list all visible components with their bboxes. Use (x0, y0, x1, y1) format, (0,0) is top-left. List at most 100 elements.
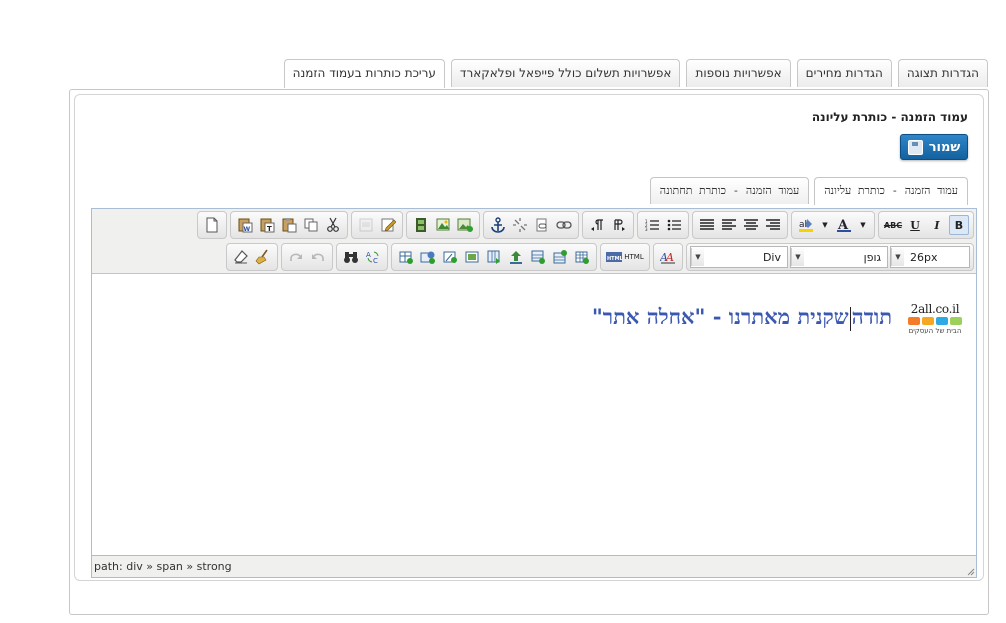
table-merge-button[interactable] (462, 247, 482, 267)
insert-media-button[interactable] (411, 215, 431, 235)
bullet-list-button[interactable] (664, 215, 684, 235)
heading-text-start: תודה (851, 304, 892, 329)
undo-icon (312, 253, 324, 261)
font-family-select[interactable]: גופן ▼ (790, 246, 888, 268)
anchor-button[interactable] (488, 215, 508, 235)
table-cell-button[interactable] (396, 247, 416, 267)
heading-tabs: עמוד הזמנה - כותרת עליונה עמוד הזמנה - כ… (645, 177, 968, 205)
logo-block (922, 317, 934, 325)
table-props-button[interactable] (418, 247, 438, 267)
ltr-button[interactable] (609, 215, 629, 235)
styles-button[interactable]: AA (658, 247, 678, 267)
replace-icon: AC (366, 251, 379, 265)
align-right-icon (766, 219, 780, 230)
tab-display-settings[interactable]: הגדרות תצוגה (897, 59, 988, 87)
table-upload-button[interactable] (506, 247, 526, 267)
font-color-dropdown[interactable]: ▼ (856, 215, 870, 235)
table-split-icon (443, 251, 457, 263)
edit-css-button[interactable] (378, 215, 398, 235)
redo-icon (290, 253, 302, 261)
file-link-icon (536, 218, 547, 232)
picture-icon (436, 218, 450, 231)
new-document-button[interactable] (202, 215, 222, 235)
numbered-list-icon: 123 (645, 219, 659, 231)
highlight-color-button[interactable]: ab (796, 215, 816, 235)
eraser-icon (234, 250, 248, 264)
table-row-after-button[interactable] (528, 247, 548, 267)
insert-picture-button[interactable] (433, 215, 453, 235)
new-doc-group (197, 211, 227, 239)
remove-format-button[interactable] (231, 247, 251, 267)
save-button[interactable]: שמור (900, 134, 968, 160)
italic-button[interactable]: I (927, 215, 947, 235)
link-button[interactable] (554, 215, 574, 235)
underline-icon: U (910, 218, 920, 232)
align-justify-button[interactable] (697, 215, 717, 235)
paste-word-button[interactable]: W (235, 215, 255, 235)
insert-table-button[interactable] (572, 247, 592, 267)
tab-bottom-heading[interactable]: עמוד הזמנה - כותרת תחתונה (649, 177, 810, 204)
html-source-button[interactable]: HTML HTML (605, 247, 645, 267)
heading-text-rest: שקנית מאתרנו - "אחלה אתר" (591, 304, 849, 329)
numbered-list-button[interactable]: 123 (642, 215, 662, 235)
styles-icon: AA (660, 251, 675, 264)
insert-image-button[interactable] (455, 215, 475, 235)
chevron-down-icon: ▼ (860, 221, 866, 229)
page-title: עמוד הזמנה - כותרת עליונה (811, 110, 968, 124)
replace-button[interactable]: AC (363, 247, 383, 267)
format-select[interactable]: Div ▼ (690, 246, 788, 268)
logo-tagline: הבית של העסקים (908, 327, 962, 335)
table-group (391, 243, 597, 271)
editor-content-area[interactable]: 2all.co.il הבית של העסקים תודהשקנית מאתר… (92, 274, 976, 554)
floppy-icon (907, 139, 923, 155)
align-center-button[interactable] (741, 215, 761, 235)
align-left-button[interactable] (719, 215, 739, 235)
break-link-button[interactable] (510, 215, 530, 235)
thank-you-heading: תודהשקנית מאתרנו - "אחלה אתר" (592, 304, 892, 331)
link-group (483, 211, 579, 239)
cut-button[interactable] (323, 215, 343, 235)
redo-button[interactable] (286, 247, 306, 267)
film-icon (416, 218, 426, 232)
resize-grip-icon[interactable] (965, 566, 975, 576)
underline-button[interactable]: U (905, 215, 925, 235)
tab-top-heading[interactable]: עמוד הזמנה - כותרת עליונה (814, 177, 968, 205)
table-row-before-button[interactable] (550, 247, 570, 267)
table-add-icon (575, 251, 589, 264)
list-group: 123 (637, 211, 689, 239)
find-button[interactable] (341, 247, 361, 267)
tab-order-page-headings[interactable]: עריכת כותרות בעמוד הזמנה (283, 59, 445, 88)
table-col-icon (487, 250, 500, 264)
table-split-button[interactable] (440, 247, 460, 267)
rtl-button[interactable] (587, 215, 607, 235)
chevron-down-icon: ▼ (691, 248, 704, 266)
paste-text-button[interactable]: T (257, 215, 277, 235)
font-color-button[interactable]: A (834, 215, 854, 235)
table-row-after-icon (531, 250, 545, 264)
table-col-button[interactable] (484, 247, 504, 267)
highlight-color-dropdown[interactable]: ▼ (818, 215, 832, 235)
undo-button[interactable] (308, 247, 328, 267)
tab-price-settings[interactable]: הגדרות מחירים (796, 59, 892, 87)
layer-icon (359, 218, 373, 232)
font-size-value: 26px (910, 250, 938, 264)
cleanup-button[interactable] (253, 247, 273, 267)
strikethrough-button[interactable]: ABC (883, 215, 903, 235)
unlink-button[interactable] (532, 215, 552, 235)
bold-button[interactable]: B (949, 215, 969, 235)
logo-block (950, 317, 962, 325)
paste-button[interactable] (279, 215, 299, 235)
toolbar-row-2: 26px ▼ גופן ▼ Div ▼ AA HTML HTML A C (223, 242, 974, 272)
chevron-down-icon: ▼ (791, 248, 804, 266)
edit-icon (381, 218, 396, 232)
font-size-select[interactable]: 26px ▼ (890, 246, 970, 268)
svg-text:A: A (665, 251, 674, 264)
tab-more-options[interactable]: אפשרויות נוספות (686, 59, 791, 87)
table-props-icon (420, 251, 435, 264)
copy-button[interactable] (301, 215, 321, 235)
tab-payment-options[interactable]: אפשרויות תשלום כולל פייפאל ופלאקארד (450, 59, 681, 87)
insert-layer-button[interactable] (356, 215, 376, 235)
text-caret (849, 306, 851, 331)
align-right-button[interactable] (763, 215, 783, 235)
bold-icon: B (954, 218, 964, 232)
